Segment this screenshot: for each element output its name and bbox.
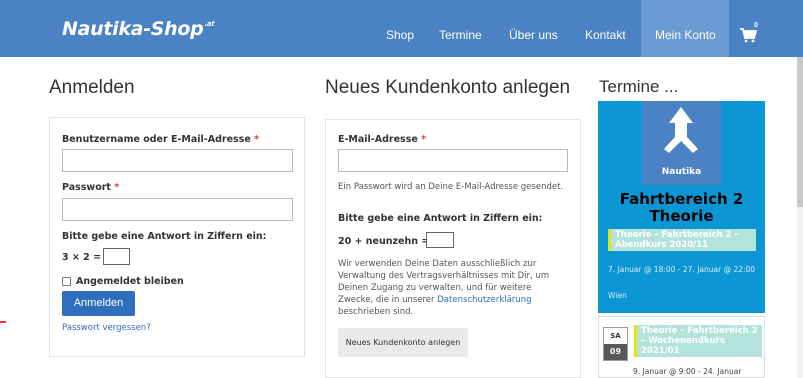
privacy-policy-link[interactable]: Datenschutzerklärung [437,295,531,305]
login-captcha-input[interactable] [103,248,130,265]
password-input[interactable] [62,198,293,221]
event-date-2: 9. Januar @ 9:00 - 24. Januar [633,367,742,376]
login-captcha-label: Bitte gebe eine Antwort in Ziffern ein: [62,231,267,242]
username-input[interactable] [62,149,293,172]
event-card-1[interactable]: Nautika Fahrtbereich 2 Theorie Theorie –… [598,101,765,313]
password-note: Ein Passwort wird an Deine E-Mail-Adress… [338,182,564,192]
username-label: Benutzername oder E-Mail-Adresse * [62,134,260,145]
event-big-title-2: Theorie [649,207,714,225]
register-captcha-question: 20 + neunzehn = [338,236,430,247]
event-title-1[interactable]: Theorie – Fahrtbereich 2 – Abendkurs 202… [608,229,756,251]
register-captcha-label: Bitte gebe eine Antwort in Ziffern ein: [338,213,543,224]
remember-me-checkbox[interactable] [62,277,71,286]
email-input[interactable] [338,149,568,172]
scrollbar-thumb[interactable] [797,57,803,207]
remember-me-label[interactable]: Angemeldet bleiben [76,276,184,287]
edge-marker [0,321,6,323]
forgot-password-link[interactable]: Passwort vergessen? [62,322,151,334]
site-logo[interactable]: Nautika-Shop.at [62,18,215,40]
event-image: Nautika [642,101,721,185]
email-label: E-Mail-Adresse * [338,134,427,145]
nav-termine[interactable]: Termine [439,28,482,42]
register-captcha-input[interactable] [426,232,454,248]
event-date-1: 7. Januar @ 18:00 - 27. Januar @ 22:00 [608,265,756,274]
login-captcha-question: 3 × 2 = [62,252,102,263]
event-date-badge: SA 09 [603,327,628,361]
event-image-caption: Nautika [661,167,702,177]
register-button[interactable]: Neues Kundenkonto anlegen [338,328,468,357]
boat-logo-icon [664,107,698,153]
event-title-2[interactable]: Theorie – Fahrtbereich 2 – Wochenendkurs… [634,325,762,357]
password-label: Passwort * [62,182,120,193]
event-big-title-1: Fahrtbereich 2 [619,190,744,208]
nav-ueber-uns[interactable]: Über uns [509,28,558,42]
nav-kontakt[interactable]: Kontakt [585,28,626,42]
nav-mein-konto[interactable]: Mein Konto [655,28,716,42]
cart-count-badge: 0 [754,22,758,29]
event-location-1: Wien [608,291,627,300]
event-day-number: 09 [604,344,627,360]
event-day-abbr: SA [604,328,627,344]
login-button[interactable]: Anmelden [62,291,135,316]
nav-shop[interactable]: Shop [386,28,414,42]
register-title: Neues Kundenkonto anlegen [325,77,571,98]
privacy-notice: Wir verwenden Deine Daten ausschließlich… [338,259,550,317]
sidebar-title: Termine ... [599,77,679,96]
event-card-2[interactable]: SA 09 Theorie – Fahrtbereich 2 – Wochene… [598,316,765,378]
login-title: Anmelden [49,77,135,98]
